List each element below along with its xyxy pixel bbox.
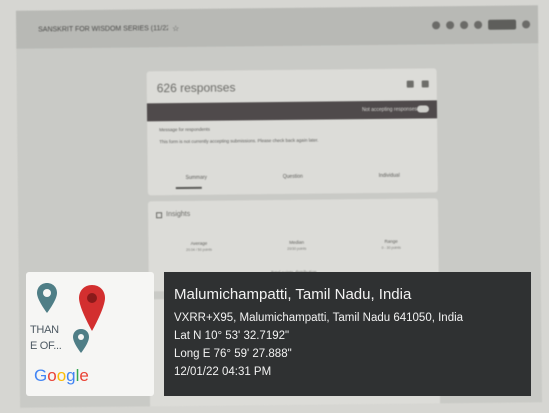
sheets-icon[interactable] (406, 80, 414, 88)
responses-count: 626 responses (156, 80, 236, 96)
accepting-toggle[interactable] (416, 105, 430, 113)
accepting-label: Not accepting responses (361, 106, 418, 114)
google-logo-letter: e (79, 366, 89, 385)
responses-card: 626 responses Not accepting responses Me… (146, 68, 438, 196)
menu-icon[interactable] (421, 80, 429, 88)
google-logo-letter: o (56, 366, 67, 385)
palette-icon[interactable] (432, 21, 441, 30)
insights-title: Insights (166, 210, 191, 219)
active-tab-indicator (175, 186, 202, 190)
more-icon[interactable] (522, 20, 531, 29)
browser-toolbar: SANSKRIT FOR WISDOM SERIES (11/22) ☆ (15, 5, 539, 49)
map-thumbnail: THAN E OF... Google (26, 272, 154, 396)
tab-question[interactable]: Question (283, 174, 303, 180)
message-label: Message for respondents (159, 126, 210, 133)
response-tabs: Summary Question Individual (148, 172, 438, 181)
gps-longitude: Long E 76° 59' 27.888" (174, 348, 292, 360)
insights-icon (156, 212, 163, 219)
preview-icon[interactable] (446, 21, 455, 30)
google-logo-letter: G (34, 366, 48, 385)
small-teal-pin-icon (73, 329, 89, 353)
stats-row: Average 20.04 / 50 points Median 20/30 poi… (148, 238, 438, 252)
redo-icon[interactable] (474, 20, 483, 29)
gps-latitude: Lat N 10° 53' 32.7192" (174, 330, 290, 342)
message-text: This form is not currently accepting sub… (159, 137, 319, 145)
document-title: SANSKRIT FOR WISDOM SERIES (11/22) (38, 24, 169, 34)
send-button[interactable] (488, 19, 517, 30)
gps-address: VXRR+X95, Malumichampatti, Tamil Nadu 64… (174, 312, 464, 324)
responses-actions (406, 80, 429, 88)
teal-map-pin-icon (37, 283, 57, 313)
stat-range: Range 0 - 30 points (381, 238, 401, 250)
map-place-label-2: E OF... (30, 340, 62, 352)
accepting-banner: Not accepting responses (146, 100, 438, 122)
tab-individual[interactable]: Individual (379, 173, 400, 179)
gps-datetime: 12/01/22 04:31 PM (174, 366, 272, 378)
toolbar-actions (432, 19, 531, 30)
red-map-pin-icon (79, 285, 105, 331)
gps-info-panel: Malumichampatti, Tamil Nadu, India VXRR+… (164, 272, 531, 396)
google-logo-letter: o (47, 366, 57, 385)
google-logo-letter: g (66, 366, 76, 385)
stat-median: Median 20/30 points (287, 239, 307, 251)
star-icon[interactable]: ☆ (172, 24, 179, 33)
map-place-label-1: THAN (30, 324, 59, 336)
gps-place: Malumichampatti, Tamil Nadu, India (174, 286, 412, 303)
google-logo: Google (34, 366, 89, 386)
undo-icon[interactable] (460, 21, 469, 30)
tab-summary[interactable]: Summary (186, 175, 207, 181)
stat-average: Average 20.04 / 50 points (186, 240, 212, 252)
